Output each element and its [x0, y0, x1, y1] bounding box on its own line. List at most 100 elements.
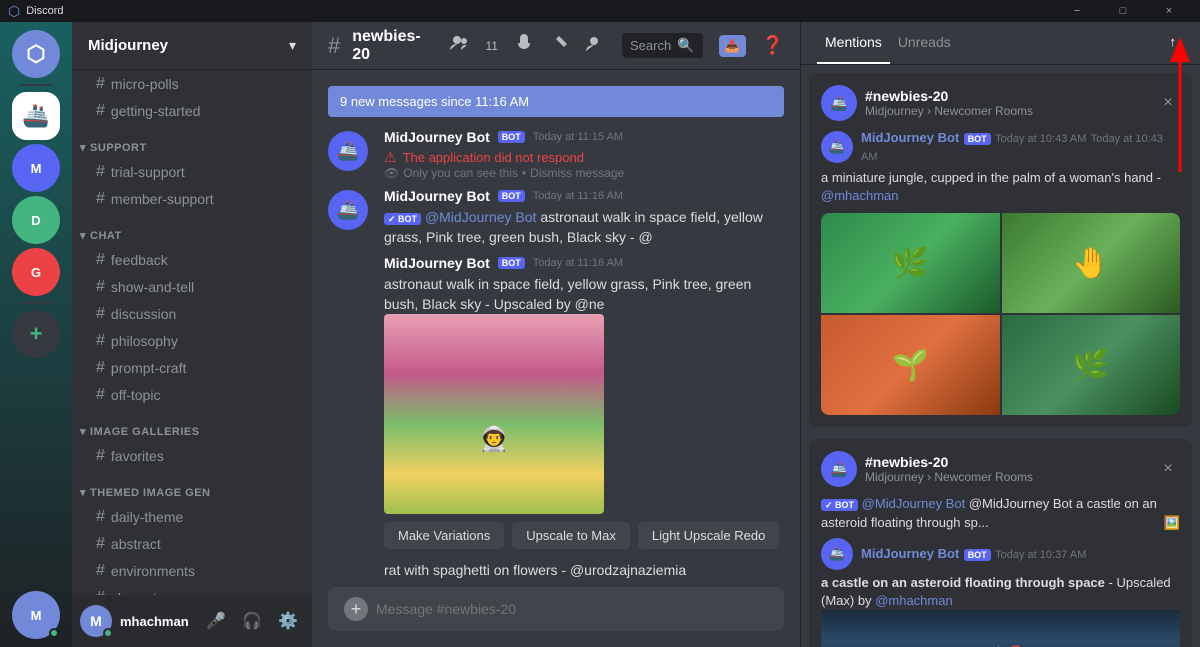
message-header-1: MidJourney Bot BOT Today at 11:15 AM	[384, 129, 784, 145]
user-status-indicator	[103, 628, 113, 638]
category-arrow: ▾	[80, 229, 86, 242]
channel-item-off-topic[interactable]: # off-topic	[80, 382, 304, 408]
castle-text: a castle on an asteroid floating through…	[821, 575, 1105, 590]
pin-icon[interactable]	[550, 33, 570, 58]
server-icon-4[interactable]: G	[12, 248, 60, 296]
category-support[interactable]: ▾ SUPPORT	[72, 125, 312, 158]
upscale-text: astronaut walk in space field, yellow gr…	[384, 275, 784, 314]
app-body: ⬡ 🚢 M D G + M Midjourney ▾ # micro-polls	[0, 22, 1200, 647]
channel-header: # newbies-20 11 Search 🔍	[312, 22, 800, 70]
add-attachment-button[interactable]: +	[344, 597, 368, 621]
tab-unreads[interactable]: Unreads	[890, 22, 959, 64]
deafen-button[interactable]: 🎧	[236, 605, 268, 637]
channel-name: abstract	[111, 536, 161, 552]
mention-channel-1: #newbies-20	[865, 88, 1148, 104]
jungle-img-content-2: 🤚	[1002, 213, 1181, 313]
channel-name: show-and-tell	[111, 279, 194, 295]
user-info: mhachman	[120, 614, 192, 629]
channel-item-favorites[interactable]: # favorites	[80, 443, 304, 469]
message-time-sub: Today at 11:16 AM	[533, 257, 623, 269]
channel-item-member-support[interactable]: # member-support	[80, 186, 304, 212]
titlebar-title: Discord	[26, 5, 63, 17]
mention-close-2[interactable]: ×	[1156, 457, 1180, 481]
hash-icon: #	[96, 535, 105, 553]
channel-name: trial-support	[111, 164, 185, 180]
search-icon: 🔍	[677, 37, 694, 54]
channel-item-environments[interactable]: # environments	[80, 558, 304, 584]
channel-item-daily-theme[interactable]: # daily-theme	[80, 504, 304, 530]
mute-icon[interactable]	[514, 33, 534, 58]
tab-mentions[interactable]: Mentions	[817, 22, 890, 64]
category-chat[interactable]: ▾ CHAT	[72, 213, 312, 246]
channel-item-discussion[interactable]: # discussion	[80, 301, 304, 327]
username: mhachman	[120, 614, 192, 629]
server-icon-midjourney[interactable]: 🚢	[12, 92, 60, 140]
add-server-button[interactable]: +	[12, 310, 60, 358]
chat-input-box: +	[328, 587, 784, 631]
channel-name: member-support	[111, 191, 214, 207]
channel-name: environments	[111, 563, 195, 579]
chat-input-area: +	[312, 587, 800, 647]
channel-item-prompt-craft[interactable]: # prompt-craft	[80, 355, 304, 381]
mention-message-1: 🚢 MidJourney Bot BOT Today at 10:43 AM T…	[809, 129, 1192, 427]
close-button[interactable]: ×	[1146, 0, 1192, 22]
channel-item-getting-started[interactable]: # getting-started	[80, 98, 304, 124]
jungle-img-content-4: 🌿	[1002, 315, 1181, 415]
message-input[interactable]	[376, 601, 768, 617]
mention-avatar-2: 🚢	[821, 538, 853, 570]
hash-icon: #	[96, 102, 105, 120]
server-icon-2[interactable]: M	[12, 144, 60, 192]
server-dropdown-arrow: ▾	[289, 37, 296, 54]
upscale-max-button[interactable]: Upscale to Max	[512, 522, 630, 549]
mute-button[interactable]: 🎤	[200, 605, 232, 637]
category-label: THEMED IMAGE GEN	[90, 487, 210, 499]
channel-name: feedback	[111, 252, 168, 268]
category-themed-image-gen[interactable]: ▾ THEMED IMAGE GEN	[72, 470, 312, 503]
channel-item-trial-support[interactable]: # trial-support	[80, 159, 304, 185]
settings-button[interactable]: ⚙️	[272, 605, 304, 637]
mention-close-1[interactable]: ×	[1156, 91, 1180, 115]
make-variations-button[interactable]: Make Variations	[384, 522, 504, 549]
mention-author-2: MidJourney Bot	[861, 546, 959, 561]
channel-item-micro-polls[interactable]: # micro-polls	[80, 71, 304, 97]
add-member-icon[interactable]	[586, 33, 606, 58]
channel-item-abstract[interactable]: # abstract	[80, 531, 304, 557]
minimize-button[interactable]: −	[1054, 0, 1100, 22]
bot-badge-sub: BOT	[498, 257, 525, 269]
light-upscale-redo-button[interactable]: Light Upscale Redo	[638, 522, 779, 549]
hash-icon: #	[96, 75, 105, 93]
channel-item-show-and-tell[interactable]: # show-and-tell	[80, 274, 304, 300]
server-header[interactable]: Midjourney ▾	[72, 22, 312, 70]
category-image-galleries[interactable]: ▾ IMAGE GALLERIES	[72, 409, 312, 442]
mention-channel-2: #newbies-20	[865, 454, 1148, 470]
channel-sidebar: Midjourney ▾ # micro-polls # getting-sta…	[72, 22, 312, 647]
mention-card-header-2: 🚢 #newbies-20 Midjourney › Newcomer Room…	[809, 439, 1192, 495]
members-icon[interactable]	[450, 33, 470, 58]
user-avatar: M	[80, 605, 112, 637]
channel-hash-icon: #	[328, 33, 340, 59]
channel-item-feedback[interactable]: # feedback	[80, 247, 304, 273]
error-text: The application did not respond	[403, 150, 584, 165]
inbox-icon[interactable]: 📥	[719, 35, 746, 57]
channel-name: prompt-craft	[111, 360, 186, 376]
channel-item-characters[interactable]: # characters	[80, 585, 304, 595]
message-time-2: Today at 11:16 AM	[533, 190, 623, 202]
server-divider-2	[20, 302, 52, 304]
help-icon[interactable]: ❓	[762, 35, 784, 56]
dismiss-button[interactable]: Dismiss message	[530, 166, 624, 180]
user-server-icon[interactable]: M	[12, 591, 60, 639]
channel-item-philosophy[interactable]: # philosophy	[80, 328, 304, 354]
server-icon-3[interactable]: D	[12, 196, 60, 244]
mention-time-1: Today at 10:43 AM	[995, 133, 1086, 145]
server-list: ⬡ 🚢 M D G + M	[0, 22, 72, 647]
mention-bot-badge-2: BOT	[964, 549, 991, 561]
search-bar[interactable]: Search 🔍	[622, 33, 703, 58]
message-author-sub: MidJourney Bot	[384, 255, 490, 271]
mention-msg-header-1: 🚢 MidJourney Bot BOT Today at 10:43 AM T…	[821, 129, 1180, 165]
new-messages-bar[interactable]: 9 new messages since 11:16 AM	[328, 86, 784, 117]
message-author-2: MidJourney Bot	[384, 188, 490, 204]
mention-author-block-2: MidJourney Bot BOT Today at 10:37 AM	[861, 545, 1086, 563]
inline-bot-badge: ✓ BOT	[384, 213, 421, 225]
home-button[interactable]: ⬡	[12, 30, 60, 78]
maximize-button[interactable]: □	[1100, 0, 1146, 22]
